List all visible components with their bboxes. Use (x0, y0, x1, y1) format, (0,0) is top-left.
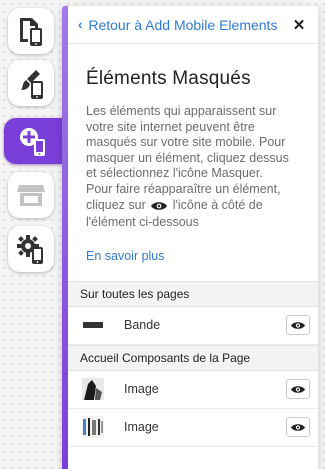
image-thumb (82, 416, 104, 439)
section-header-home-page: Accueil Composants de la Page (68, 344, 318, 371)
chevron-left-icon: ‹ (78, 17, 83, 32)
mobile-page-icon (20, 18, 42, 46)
panel-description: Les éléments qui apparaissent sur votre … (68, 104, 318, 231)
list-item-label: Image (124, 420, 159, 435)
rail-settings-button[interactable] (8, 226, 54, 272)
description-text-1: Les éléments qui apparaissent sur votre … (86, 104, 289, 181)
eye-icon (291, 423, 305, 431)
rail-store-button[interactable] (8, 172, 54, 218)
list-item: Image (68, 409, 318, 447)
eye-icon (151, 200, 168, 216)
panel-header: ‹ Retour à Add Mobile Elements ✕ (68, 6, 318, 44)
paint-brush-mobile-icon (21, 70, 43, 99)
image-thumb (82, 378, 104, 401)
back-link[interactable]: ‹ Retour à Add Mobile Elements (78, 17, 277, 33)
list-item: Bande (68, 307, 318, 345)
show-element-button[interactable] (286, 379, 310, 400)
section-header-all-pages: Sur toutes les pages (68, 280, 318, 307)
show-element-button[interactable] (286, 315, 310, 336)
eye-icon (291, 321, 305, 329)
store-icon (17, 185, 45, 206)
show-element-button[interactable] (286, 417, 310, 438)
learn-more-link[interactable]: En savoir plus (86, 249, 165, 263)
close-icon: ✕ (292, 16, 306, 34)
gear-mobile-icon (17, 235, 43, 264)
eye-icon (291, 385, 305, 393)
hidden-elements-panel: ‹ Retour à Add Mobile Elements ✕ Élément… (62, 6, 318, 469)
list-item: Image (68, 371, 318, 409)
panel-content: Éléments Masqués Les éléments qui appara… (68, 44, 318, 469)
rail-design-button[interactable] (8, 60, 54, 106)
mobile-tools-rail (0, 0, 62, 469)
rail-add-elements-button[interactable] (4, 118, 62, 164)
list-item-label: Image (124, 382, 159, 397)
list-item-label: Bande (124, 318, 161, 333)
back-link-label: Retour à Add Mobile Elements (88, 16, 278, 33)
close-button[interactable]: ✕ (290, 16, 308, 34)
rail-pages-button[interactable] (8, 8, 54, 54)
strip-thumb (82, 314, 104, 336)
page-title: Éléments Masqués (86, 68, 251, 89)
add-elements-mobile-icon (20, 128, 45, 156)
